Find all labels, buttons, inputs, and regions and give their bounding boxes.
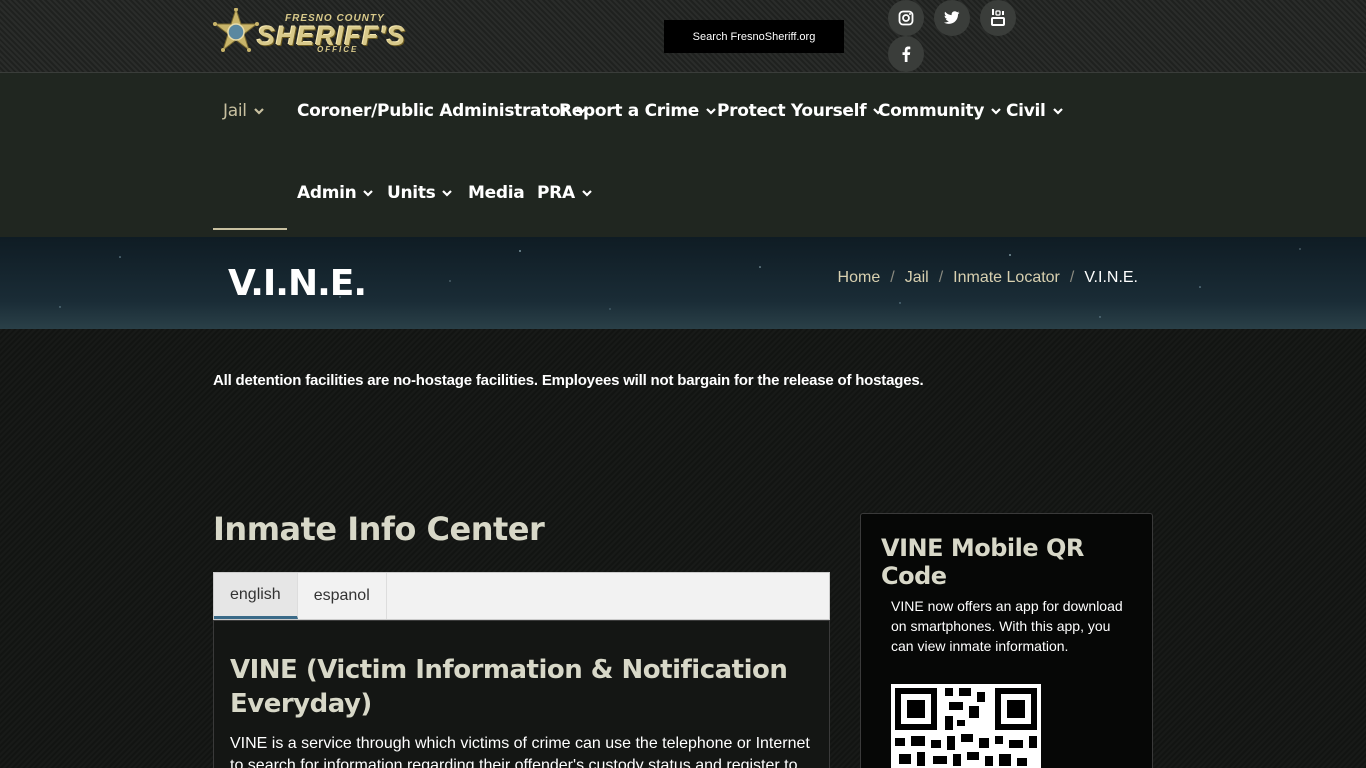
breadcrumb: Home / Jail / Inmate Locator / V.I.N.E.	[838, 269, 1138, 287]
youtube-link[interactable]	[980, 0, 1016, 36]
facebook-link[interactable]	[888, 36, 924, 72]
tab-espanol[interactable]: espanol	[298, 573, 387, 619]
nav-item-jail[interactable]: Jail	[223, 101, 265, 121]
chevron-down-icon	[442, 190, 453, 197]
nav-item-label: Community	[878, 101, 985, 121]
instagram-icon	[898, 10, 914, 26]
hostage-notice: All detention facilities are no-hostage …	[213, 372, 924, 389]
vine-heading: VINE (Victim Information & Notification …	[230, 655, 788, 719]
vine-description: VINE is a service through which victims …	[230, 735, 810, 768]
nav-item-label: Admin	[297, 183, 357, 203]
nav-item-label: Report a Crime	[559, 101, 700, 121]
nav-item-label: Jail	[223, 101, 247, 121]
badge-star-icon	[213, 8, 259, 52]
nav-item-report-crime[interactable]: Report a Crime	[559, 101, 717, 121]
nav-item-community[interactable]: Community	[878, 101, 1002, 121]
chevron-down-icon	[706, 108, 716, 115]
breadcrumb-separator: /	[1069, 269, 1075, 286]
twitter-icon	[944, 11, 960, 24]
breadcrumb-home[interactable]: Home	[838, 269, 881, 287]
qr-code-sidebar: VINE Mobile QR Code VINE now offers an a…	[860, 513, 1153, 768]
breadcrumb-inmate-locator[interactable]: Inmate Locator	[953, 269, 1060, 287]
nav-item-civil[interactable]: Civil	[1006, 101, 1064, 121]
sidebar-title: VINE Mobile QR Code	[881, 534, 1084, 590]
breadcrumb-separator: /	[890, 269, 895, 286]
chevron-down-icon	[582, 190, 592, 197]
starfield-background	[59, 248, 1301, 318]
qr-code-image[interactable]	[891, 684, 1041, 768]
main-navigation: Jail Coroner/Public Administrator Report…	[0, 73, 1366, 237]
instagram-link[interactable]	[888, 0, 924, 36]
nav-item-label: Civil	[1006, 101, 1046, 121]
active-nav-indicator	[213, 228, 287, 230]
chevron-down-icon	[253, 108, 264, 115]
section-title: Inmate Info Center	[213, 510, 545, 548]
tab-content-panel: VINE (Victim Information & Notification …	[213, 620, 830, 768]
nav-item-label: PRA	[537, 183, 575, 203]
nav-item-pra[interactable]: PRA	[537, 183, 593, 203]
nav-item-protect-yourself[interactable]: Protect Yourself	[717, 101, 884, 121]
search-button[interactable]: Search FresnoSheriff.org	[664, 20, 844, 53]
language-tabs: english espanol	[213, 572, 830, 620]
facebook-icon	[902, 46, 911, 62]
nav-item-admin[interactable]: Admin	[297, 183, 374, 203]
chevron-down-icon	[363, 190, 374, 197]
nav-item-label: Units	[387, 183, 436, 203]
nav-item-label: Media	[468, 183, 525, 203]
page-title: V.I.N.E.	[228, 263, 367, 304]
chevron-down-icon	[1052, 108, 1063, 115]
nav-item-label: Coroner/Public Administrator	[297, 101, 569, 121]
breadcrumb-jail[interactable]: Jail	[905, 269, 929, 287]
breadcrumb-separator: /	[938, 269, 944, 286]
youtube-icon	[991, 9, 1005, 26]
chevron-down-icon	[991, 108, 1001, 115]
twitter-link[interactable]	[934, 0, 970, 36]
nav-item-label: Protect Yourself	[717, 101, 867, 121]
nav-item-units[interactable]: Units	[387, 183, 453, 203]
breadcrumb-current: V.I.N.E.	[1084, 269, 1138, 286]
sidebar-text: VINE now offers an app for download on s…	[891, 598, 1123, 654]
page-banner: V.I.N.E. Home / Jail / Inmate Locator / …	[0, 237, 1366, 329]
tab-english[interactable]: english	[214, 573, 298, 619]
top-bar: FRESNO COUNTY SHERIFF'S OFFICE Search Fr…	[0, 0, 1366, 73]
nav-item-coroner[interactable]: Coroner/Public Administrator	[297, 101, 587, 121]
sheriff-logo[interactable]: FRESNO COUNTY SHERIFF'S OFFICE	[213, 8, 428, 58]
nav-item-media[interactable]: Media	[468, 183, 525, 203]
logo-text-office: OFFICE	[317, 45, 359, 54]
